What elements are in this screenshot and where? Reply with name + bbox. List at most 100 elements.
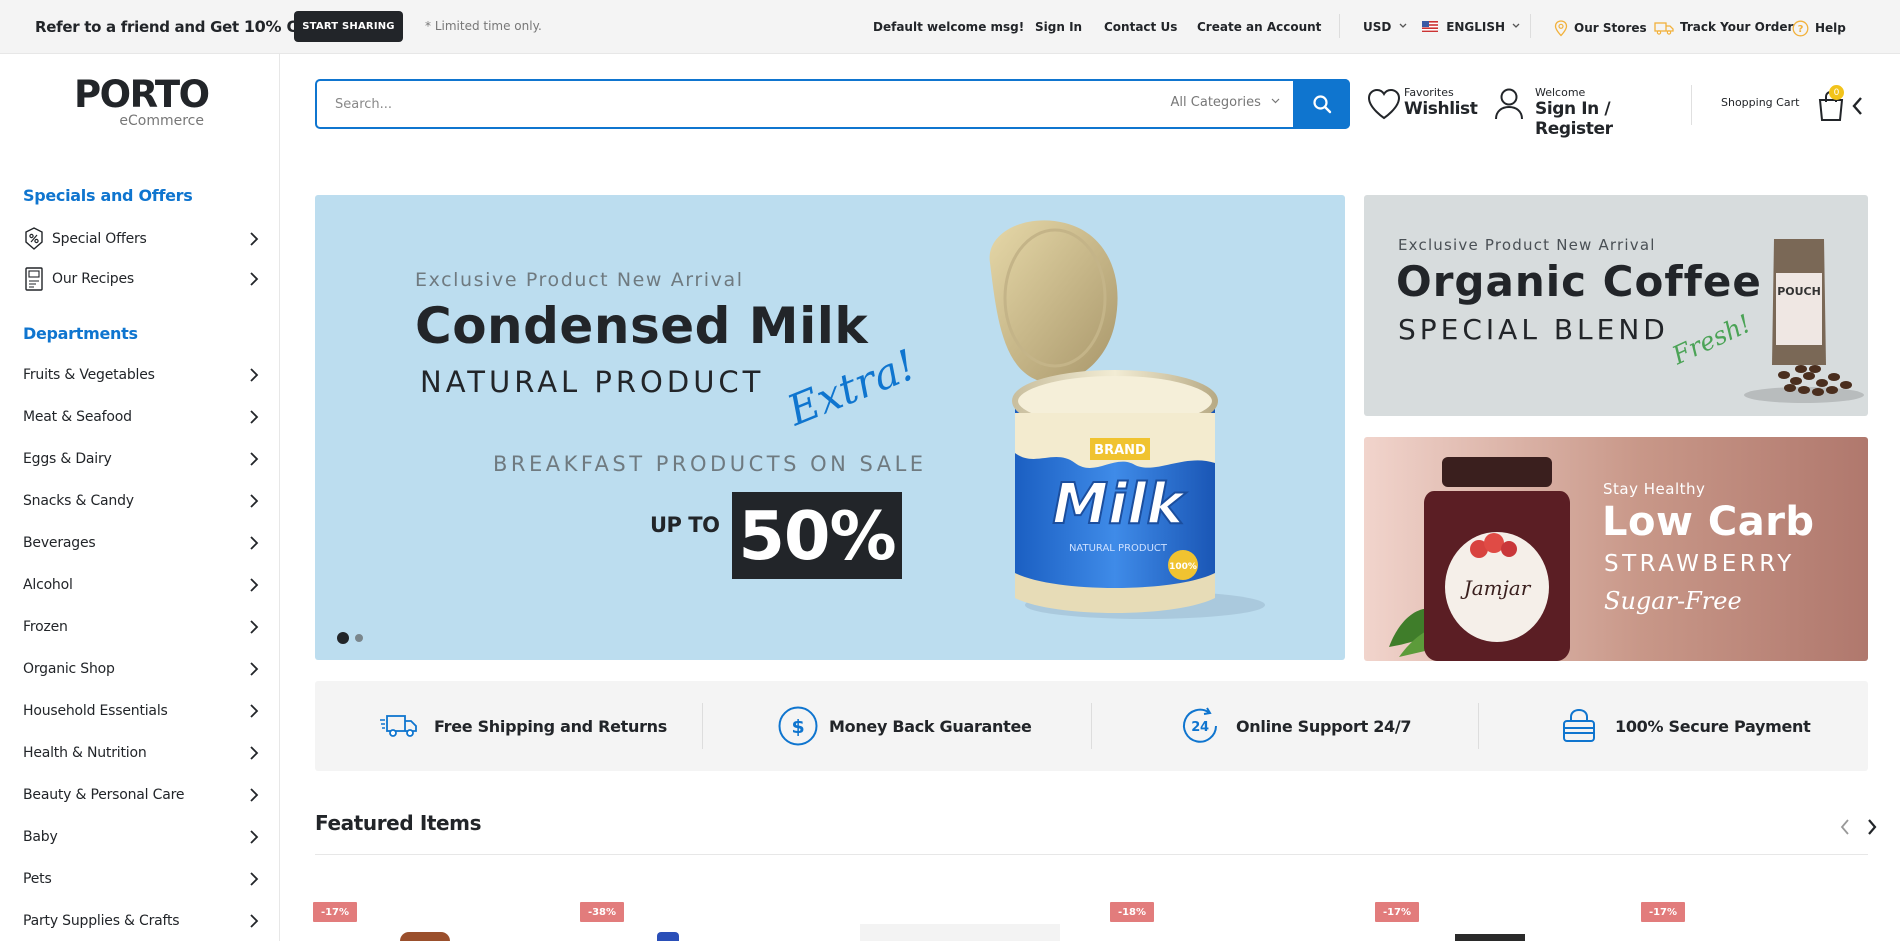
svg-text:?: ? [1798,24,1804,35]
feature-secure-payment: 100% Secure Payment [1560,681,1811,771]
hero-banner[interactable]: Exclusive Product New Arrival Condensed … [315,195,1345,660]
chevron-right-icon [250,872,259,886]
divider [315,854,1868,855]
sidebar-item-department[interactable]: Frozen [23,612,261,642]
divider [1478,703,1479,749]
search-input[interactable] [335,96,1135,112]
category-select[interactable]: All Categories [1171,95,1280,110]
divider [702,703,703,749]
sidebar-item-department[interactable]: Party Supplies & Crafts [23,906,261,936]
help-circle-icon: ? [1792,20,1809,37]
sidebar-item-label: Household Essentials [23,703,168,719]
product-image[interactable] [400,932,450,941]
sidebar-item-department[interactable]: Health & Nutrition [23,738,261,768]
jam-jar-image: Jamjar [1389,457,1570,661]
user-icon [1495,88,1523,120]
chevron-right-icon [250,746,259,760]
can-seal-label: 100% [1169,562,1197,572]
chevron-right-icon [250,232,259,246]
sidebar-item-department[interactable]: Beverages [23,528,261,558]
product-image[interactable] [1455,934,1525,941]
sidebar-item-department[interactable]: Pets [23,864,261,894]
sidebar-item-label: Our Recipes [52,271,134,287]
chevron-right-icon [250,536,259,550]
divider [1530,14,1531,38]
our-stores-link[interactable]: Our Stores [1554,20,1647,37]
us-flag-icon [1422,21,1438,32]
create-account-link[interactable]: Create an Account [1197,20,1321,34]
help-link[interactable]: ? Help [1792,20,1846,37]
sidebar-item-department[interactable]: Baby [23,822,261,852]
featured-items-title: Featured Items [315,811,482,835]
coffee-banner[interactable]: Exclusive Product New Arrival Organic Co… [1364,195,1868,416]
cart-label: Shopping Cart [1721,96,1800,109]
sidebar-item-label: Health & Nutrition [23,745,147,761]
search-button[interactable] [1293,79,1350,129]
sidebar-item-department[interactable]: Meat & Seafood [23,402,261,432]
chevron-right-icon [250,830,259,844]
sidebar-item-label: Fruits & Vegetables [23,367,155,383]
features-bar: Free Shipping and Returns $ Money Back G… [315,681,1868,771]
chevron-right-icon [250,368,259,382]
feature-label: Money Back Guarantee [829,716,1032,736]
porto-logo[interactable]: PORTO eCommerce [74,73,210,129]
account-link[interactable]: Welcome Sign In / Register [1494,85,1679,139]
sidebar-item-label: Organic Shop [23,661,115,677]
hero-up-to: UP TO [650,513,720,537]
sidebar-item-label: Frozen [23,619,68,635]
slide-dot[interactable] [355,634,363,642]
chevron-right-icon [250,410,259,424]
coffee-kicker: Exclusive Product New Arrival [1398,236,1656,254]
strawberry-banner[interactable]: Jamjar Stay Healthy Low Carb STRAWBERRY … [1364,437,1868,661]
heart-icon [1367,88,1401,120]
feature-free-shipping: Free Shipping and Returns [379,681,667,771]
currency-select[interactable]: USD [1363,20,1407,34]
cart-link[interactable]: Shopping Cart 0 [1721,85,1863,126]
wishlist-link[interactable]: Favorites Wishlist [1366,85,1478,125]
svg-text:24: 24 [1191,720,1209,735]
chevron-down-icon [1271,98,1280,104]
sign-in-link[interactable]: Sign In [1035,20,1082,34]
jam-subtitle: STRAWBERRY [1604,551,1795,577]
limited-time-note: * Limited time only. [425,19,542,33]
sidebar-item-special-offers[interactable]: Special Offers [23,224,261,254]
product-image[interactable] [860,924,1060,941]
divider [1691,85,1692,125]
sidebar-item-department[interactable]: Fruits & Vegetables [23,360,261,390]
milk-can-image: BRAND Milk NATURAL PRODUCT 100% [989,220,1265,619]
jar-label: Jamjar [1460,576,1532,600]
logo-wordmark: PORTO [74,73,210,116]
promo-text: Refer to a friend and Get [35,18,239,36]
carousel-next-icon[interactable] [1866,817,1878,837]
sidebar-item-department[interactable]: Eggs & Dairy [23,444,261,474]
language-label: ENGLISH [1446,20,1506,34]
hero-kicker: Exclusive Product New Arrival [415,269,744,291]
sidebar-item-department[interactable]: Beauty & Personal Care [23,780,261,810]
chevron-left-icon[interactable] [1851,96,1863,116]
product-image[interactable] [657,932,679,941]
map-pin-icon [1554,20,1568,37]
discount-badge: -17% [313,902,357,922]
feature-online-support: 24 Online Support 24/7 [1179,681,1412,771]
sidebar-item-department[interactable]: Snacks & Candy [23,486,261,516]
sidebar-item-label: Snacks & Candy [23,493,134,509]
sidebar-item-department[interactable]: Organic Shop [23,654,261,684]
carousel-prev-icon[interactable] [1839,817,1851,837]
slide-dot-active[interactable] [337,632,349,644]
sidebar-item-department[interactable]: Household Essentials [23,696,261,726]
discount-badge: -17% [1641,902,1685,922]
search-bar: All Categories [315,79,1350,129]
recipe-book-icon [25,267,43,291]
svg-text:$: $ [792,716,805,738]
sidebar-item-label: Beverages [23,535,96,551]
feature-label: 100% Secure Payment [1615,716,1811,736]
contact-us-link[interactable]: Contact Us [1104,20,1177,34]
sidebar-item-department[interactable]: Alcohol [23,570,261,600]
divider [1339,14,1340,38]
track-order-link[interactable]: Track Your Order [1654,20,1793,35]
start-sharing-button[interactable]: START SHARING [294,11,403,42]
language-select[interactable]: ENGLISH [1422,20,1520,34]
chevron-right-icon [250,452,259,466]
specials-heading: Specials and Offers [23,186,193,205]
sidebar-item-our-recipes[interactable]: Our Recipes [23,264,261,294]
